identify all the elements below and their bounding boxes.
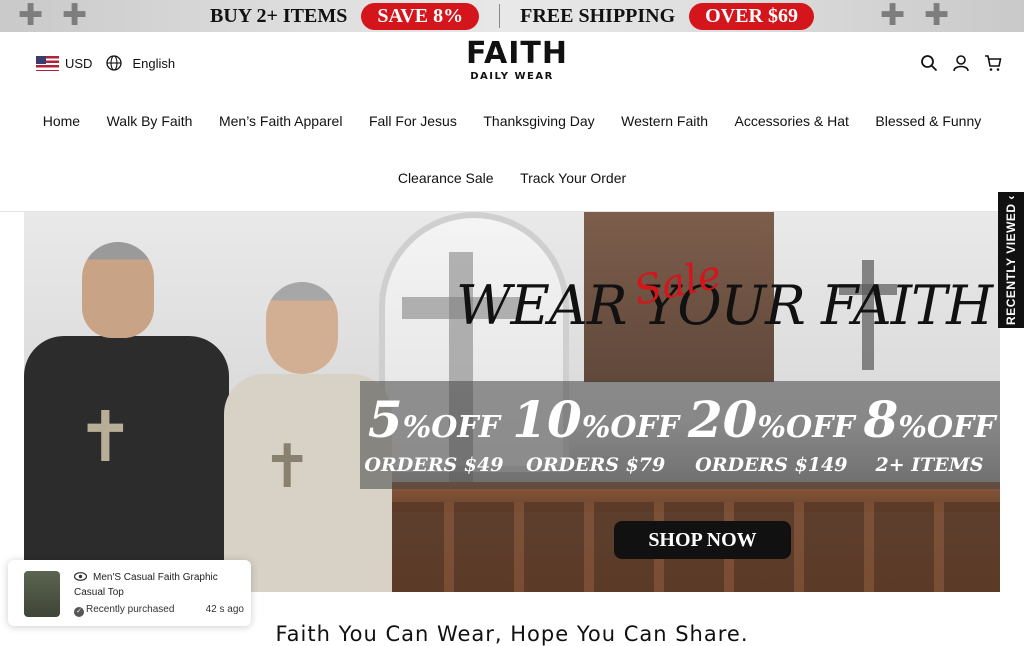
currency-selector[interactable]: USD [65, 56, 92, 71]
locale-selector[interactable]: USD English [36, 55, 175, 71]
woman-head [266, 282, 338, 374]
hero-headline: WEAR YOUR FAITH [456, 274, 993, 337]
offer-percent: 10 [512, 390, 582, 449]
recently-viewed-label: RECENTLY VIEWED [1004, 203, 1018, 325]
popup-product-title[interactable]: Men'S Casual Faith Graphic Casual Top [73, 570, 246, 600]
nav-blessed-funny[interactable]: Blessed & Funny [875, 113, 981, 129]
headline-wear: WEAR [456, 274, 628, 337]
nav-track-order[interactable]: Track Your Order [520, 170, 626, 186]
offer-tier: 5%OFF ORDERS $49 [364, 394, 504, 477]
popup-product-name: Men'S Casual Faith Graphic Casual Top [74, 572, 218, 598]
promo-banner[interactable]: ✚ ✚ ✚ ✚ BUY 2+ ITEMS SAVE 8% FREE SHIPPI… [0, 0, 1024, 32]
popup-time: 42 s ago [205, 604, 244, 615]
discount-tiers: 5%OFF ORDERS $49 10%OFF ORDERS $79 20%OF… [360, 381, 1000, 489]
promo-left-text: BUY 2+ ITEMS [210, 4, 348, 27]
cross-icon: ✚ [880, 0, 906, 32]
main-nav-row-2: Clearance Sale Track Your Order [0, 170, 1024, 186]
product-thumbnail [24, 571, 60, 617]
promo-divider [499, 4, 501, 28]
nav-home[interactable]: Home [43, 113, 80, 129]
cross-icon: ✚ [924, 0, 950, 32]
offer-tier: 10%OFF ORDERS $79 [512, 394, 680, 477]
man-head [82, 242, 154, 338]
offer-condition: ORDERS $49 [364, 454, 504, 476]
offer-percent: 5 [367, 390, 403, 449]
nav-thanksgiving-day[interactable]: Thanksgiving Day [483, 113, 594, 129]
offer-percent: 20 [687, 390, 758, 449]
logo-subtitle: DAILY WEAR [470, 71, 554, 82]
offer-unit: %OFF [402, 410, 500, 445]
cart-icon[interactable] [984, 54, 1002, 72]
offer-tier: 8%OFF 2+ ITEMS [864, 394, 996, 477]
nav-clearance-sale[interactable]: Clearance Sale [398, 170, 494, 186]
popup-status-text: Recently purchased [86, 604, 175, 615]
cross-icon: ✚ [62, 0, 88, 32]
us-flag-icon [36, 55, 59, 71]
logo-wordmark: FAITH [466, 36, 569, 71]
offer-unit: %OFF [898, 410, 996, 445]
account-icon[interactable] [952, 54, 970, 72]
offer-unit: %OFF [581, 410, 680, 445]
tshirt-cross-icon: ✝ [262, 432, 313, 502]
header-actions [920, 54, 1002, 72]
check-icon: ✓ [74, 607, 84, 617]
offer-tier: 20%OFF ORDERS $149 [688, 394, 855, 477]
chevron-up-icon: ‹ [1004, 195, 1018, 200]
nav-fall-for-jesus[interactable]: Fall For Jesus [369, 113, 457, 129]
recent-purchase-popup[interactable]: Men'S Casual Faith Graphic Casual Top ✓ R… [8, 560, 251, 626]
cross-icon: ✚ [18, 0, 44, 32]
nav-walk-by-faith[interactable]: Walk By Faith [107, 113, 193, 129]
promo-right-text: FREE SHIPPING [520, 4, 676, 27]
offer-percent: 8 [863, 390, 899, 449]
hero-banner[interactable]: ✝ ✝ WEAR YOUR FAITH Sale 5%OFF ORDERS $4… [24, 212, 1000, 592]
language-selector[interactable]: English [132, 56, 175, 71]
promo-left-badge: SAVE 8% [361, 2, 480, 30]
offer-condition: ORDERS $79 [526, 454, 666, 476]
shop-now-button[interactable]: SHOP NOW [614, 521, 791, 559]
model-man: ✝ [24, 236, 229, 592]
offer-condition: ORDERS $149 [695, 454, 848, 476]
section-tagline: Faith You Can Wear, Hope You Can Share. [275, 622, 749, 646]
nav-western-faith[interactable]: Western Faith [621, 113, 708, 129]
tshirt-cross-icon: ✝ [76, 396, 135, 478]
offer-unit: %OFF [757, 410, 855, 445]
site-logo[interactable]: FAITH DAILY WEAR [466, 36, 569, 83]
promo-right-badge: OVER $69 [689, 2, 814, 30]
main-nav-row-1: Home Walk By Faith Men’s Faith Apparel F… [0, 113, 1024, 129]
globe-icon [106, 55, 123, 71]
nav-mens-faith-apparel[interactable]: Men’s Faith Apparel [219, 113, 342, 129]
popup-status: ✓ Recently purchased [74, 604, 174, 617]
eye-icon [73, 572, 88, 581]
headline-faith: FAITH [821, 274, 993, 337]
recently-viewed-tab[interactable]: RECENTLY VIEWED ‹ [998, 192, 1024, 328]
offer-condition: 2+ ITEMS [875, 454, 984, 476]
popup-footer: ✓ Recently purchased 42 s ago [74, 604, 244, 617]
search-icon[interactable] [920, 54, 938, 72]
nav-accessories-hat[interactable]: Accessories & Hat [735, 113, 849, 129]
site-header: USD English FAITH DAILY WEAR [0, 32, 1024, 100]
